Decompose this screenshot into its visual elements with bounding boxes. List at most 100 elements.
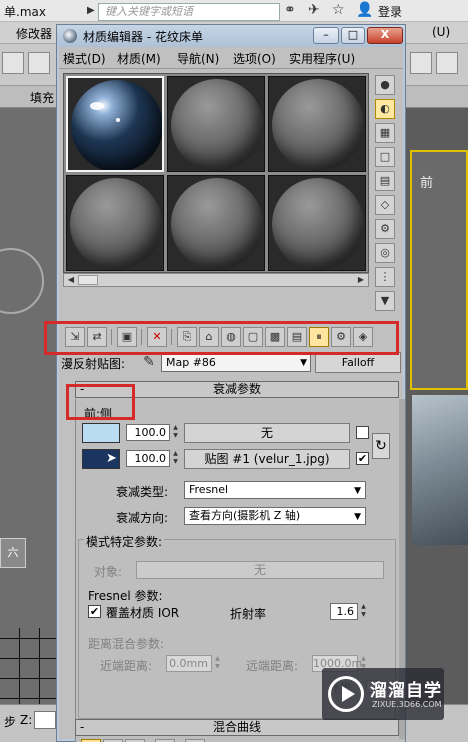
falloff-params-rollout[interactable]: - 衰减参数 bbox=[75, 381, 399, 398]
sample-type-icon[interactable]: ● bbox=[375, 75, 395, 95]
put-to-scene-icon[interactable]: ⇄ bbox=[87, 327, 107, 347]
sample-slot-6[interactable] bbox=[268, 175, 366, 271]
scroll-left-icon[interactable]: ◀ bbox=[64, 274, 78, 286]
make-preview-icon[interactable]: ◇ bbox=[375, 195, 395, 215]
sample-slot-4[interactable] bbox=[66, 175, 164, 271]
spinner-arrows-icon[interactable]: ▲ ▼ bbox=[171, 450, 180, 467]
login-link[interactable]: 登录 bbox=[378, 3, 402, 20]
select-by-material-icon[interactable]: ◎ bbox=[375, 243, 395, 263]
mix-curve-rollout[interactable]: - 混合曲线 bbox=[75, 719, 399, 736]
material-editor-icon bbox=[63, 29, 77, 43]
menu-material[interactable]: 材质(M) bbox=[117, 50, 161, 67]
slots-horizontal-scrollbar[interactable]: ◀ ▶ bbox=[63, 273, 369, 287]
front-color-swatch[interactable] bbox=[82, 423, 120, 443]
ribbon-label[interactable]: 填充 bbox=[30, 89, 54, 106]
object-pick-button[interactable]: 无 bbox=[136, 561, 384, 579]
material-navigator-icon[interactable]: ⋮ bbox=[375, 267, 395, 287]
spinner-arrows-icon[interactable]: ▲ ▼ bbox=[213, 655, 222, 672]
map-type-button[interactable]: Falloff bbox=[315, 352, 401, 373]
assign-to-selection-icon[interactable]: ▣ bbox=[117, 327, 137, 347]
window-title: 材质编辑器 - 花纹床单 bbox=[83, 30, 203, 44]
side-map-checkbox[interactable]: ✔ bbox=[356, 452, 369, 465]
distance-blend-header: 距离混合参数: bbox=[88, 637, 165, 651]
side-amount-spinner[interactable]: 100.0 bbox=[126, 450, 170, 467]
menu-navigation[interactable]: 导航(N) bbox=[177, 50, 219, 67]
viewport-front-label[interactable]: 前 bbox=[420, 172, 433, 191]
z-coordinate-field[interactable] bbox=[34, 711, 56, 729]
put-to-library-icon[interactable]: ⌂ bbox=[199, 327, 219, 347]
falloff-direction-dropdown[interactable]: 查看方向(摄影机 Z 轴) ▼ bbox=[184, 507, 366, 525]
sample-slot-1[interactable] bbox=[66, 76, 164, 172]
backlight-icon[interactable]: ◐ bbox=[375, 99, 395, 119]
scroll-down-icon[interactable]: ▼ bbox=[375, 291, 395, 311]
get-material-icon[interactable]: ⇲ bbox=[65, 327, 85, 347]
go-to-parent-icon[interactable]: ▤ bbox=[287, 327, 307, 347]
sample-slot-3[interactable] bbox=[268, 76, 366, 172]
render-preview bbox=[412, 395, 468, 545]
close-button[interactable]: X bbox=[367, 27, 403, 44]
override-ior-checkbox[interactable]: ✔ bbox=[88, 605, 101, 618]
percent-snap-icon[interactable] bbox=[2, 52, 24, 74]
options-icon[interactable]: ⚙ bbox=[375, 219, 395, 239]
show-end-result-icon[interactable]: ▩ bbox=[265, 327, 285, 347]
search-arrow-icon[interactable]: ▶ bbox=[87, 5, 95, 16]
near-distance-spinner[interactable]: 0.0mm bbox=[166, 655, 212, 672]
sample-slot-5[interactable] bbox=[167, 175, 265, 271]
watermark-url: ZIXUE.3D66.COM bbox=[372, 700, 442, 709]
binoculars-icon[interactable]: ⚭ bbox=[284, 2, 296, 18]
map-name-select[interactable]: Map #86 ▼ bbox=[161, 353, 311, 372]
maximize-button[interactable]: □ bbox=[341, 27, 365, 44]
specular-highlight bbox=[90, 102, 104, 110]
viewport-left[interactable]: 六 bbox=[0, 108, 58, 742]
make-unique-icon[interactable]: ⎘ bbox=[177, 327, 197, 347]
search-input[interactable]: 键入关键字或短语 bbox=[98, 3, 280, 21]
sample-slot-2[interactable] bbox=[167, 76, 265, 172]
play-logo-icon bbox=[328, 676, 364, 712]
uv-tiling-icon[interactable]: □ bbox=[375, 147, 395, 167]
toolbar-icon-right1[interactable] bbox=[410, 52, 432, 74]
editor-toolbar: ⇲ ⇄ ▣ ✕ ⎘ ⌂ ◍ ▢ ▩ ▤ ⏸ ⚙ ◈ bbox=[63, 327, 373, 349]
menu-utilities[interactable]: 实用程序(U) bbox=[289, 50, 355, 67]
toolbar-icon-right2[interactable] bbox=[436, 52, 458, 74]
menu-modifiers[interactable]: 修改器 bbox=[16, 25, 52, 42]
side-map-button[interactable]: 贴图 #1 (velur_1.jpg) bbox=[184, 449, 350, 469]
viewcube-face[interactable]: 六 bbox=[0, 538, 26, 568]
ior-spinner[interactable]: 1.6 bbox=[330, 603, 358, 620]
spinner-arrows-icon[interactable]: ▲ ▼ bbox=[171, 424, 180, 441]
eyedropper-icon[interactable]: ✎ bbox=[139, 352, 159, 372]
background-checker-icon[interactable]: ▦ bbox=[375, 123, 395, 143]
menu-options[interactable]: 选项(O) bbox=[233, 50, 276, 67]
toolbar-separator bbox=[111, 329, 112, 345]
scroll-right-icon[interactable]: ▶ bbox=[354, 274, 368, 286]
swap-colors-icon[interactable]: ↻ bbox=[372, 433, 390, 459]
pick-material-icon[interactable]: ⚙ bbox=[331, 327, 351, 347]
map-name-row: 漫反射贴图: ✎ Map #86 ▼ Falloff bbox=[59, 347, 403, 377]
signal-icon[interactable]: ✈ bbox=[308, 2, 320, 18]
scroll-thumb[interactable] bbox=[78, 275, 98, 285]
spinner-arrows-icon[interactable]: ▲ ▼ bbox=[359, 603, 368, 620]
chevron-down-icon: ▼ bbox=[354, 486, 361, 496]
diffuse-map-label: 漫反射贴图: bbox=[61, 357, 126, 371]
video-color-check-icon[interactable]: ▤ bbox=[375, 171, 395, 191]
front-amount-spinner[interactable]: 100.0 bbox=[126, 424, 170, 441]
window-title-bar[interactable]: 材质编辑器 - 花纹床单 – □ X bbox=[57, 25, 405, 47]
specular-highlight-small bbox=[116, 118, 120, 122]
go-forward-to-sibling-icon[interactable]: ⏸ bbox=[309, 327, 329, 347]
user-icon[interactable]: 👤 bbox=[356, 2, 373, 18]
material-id-channel-icon[interactable]: ◍ bbox=[221, 327, 241, 347]
falloff-type-dropdown[interactable]: Fresnel ▼ bbox=[184, 481, 366, 499]
app-title-bar: 单.max ▶ 键入关键字或短语 ⚭ ✈ ☆ 👤 登录 bbox=[0, 0, 468, 22]
show-map-in-viewport-icon[interactable]: ▢ bbox=[243, 327, 263, 347]
front-map-checkbox[interactable] bbox=[356, 426, 369, 439]
menu-utilities[interactable]: (U) bbox=[432, 25, 450, 39]
spinner-snap-icon[interactable] bbox=[28, 52, 50, 74]
material-options-icon[interactable]: ◈ bbox=[353, 327, 373, 347]
override-ior-label: 覆盖材质 IOR bbox=[106, 606, 180, 620]
menu-mode[interactable]: 模式(D) bbox=[63, 50, 106, 67]
active-viewport-border bbox=[410, 150, 468, 390]
toolbar-separator bbox=[141, 329, 142, 345]
reset-map-icon[interactable]: ✕ bbox=[147, 327, 167, 347]
minimize-button[interactable]: – bbox=[313, 27, 339, 44]
front-map-button[interactable]: 无 bbox=[184, 423, 350, 443]
star-icon[interactable]: ☆ bbox=[332, 2, 345, 18]
